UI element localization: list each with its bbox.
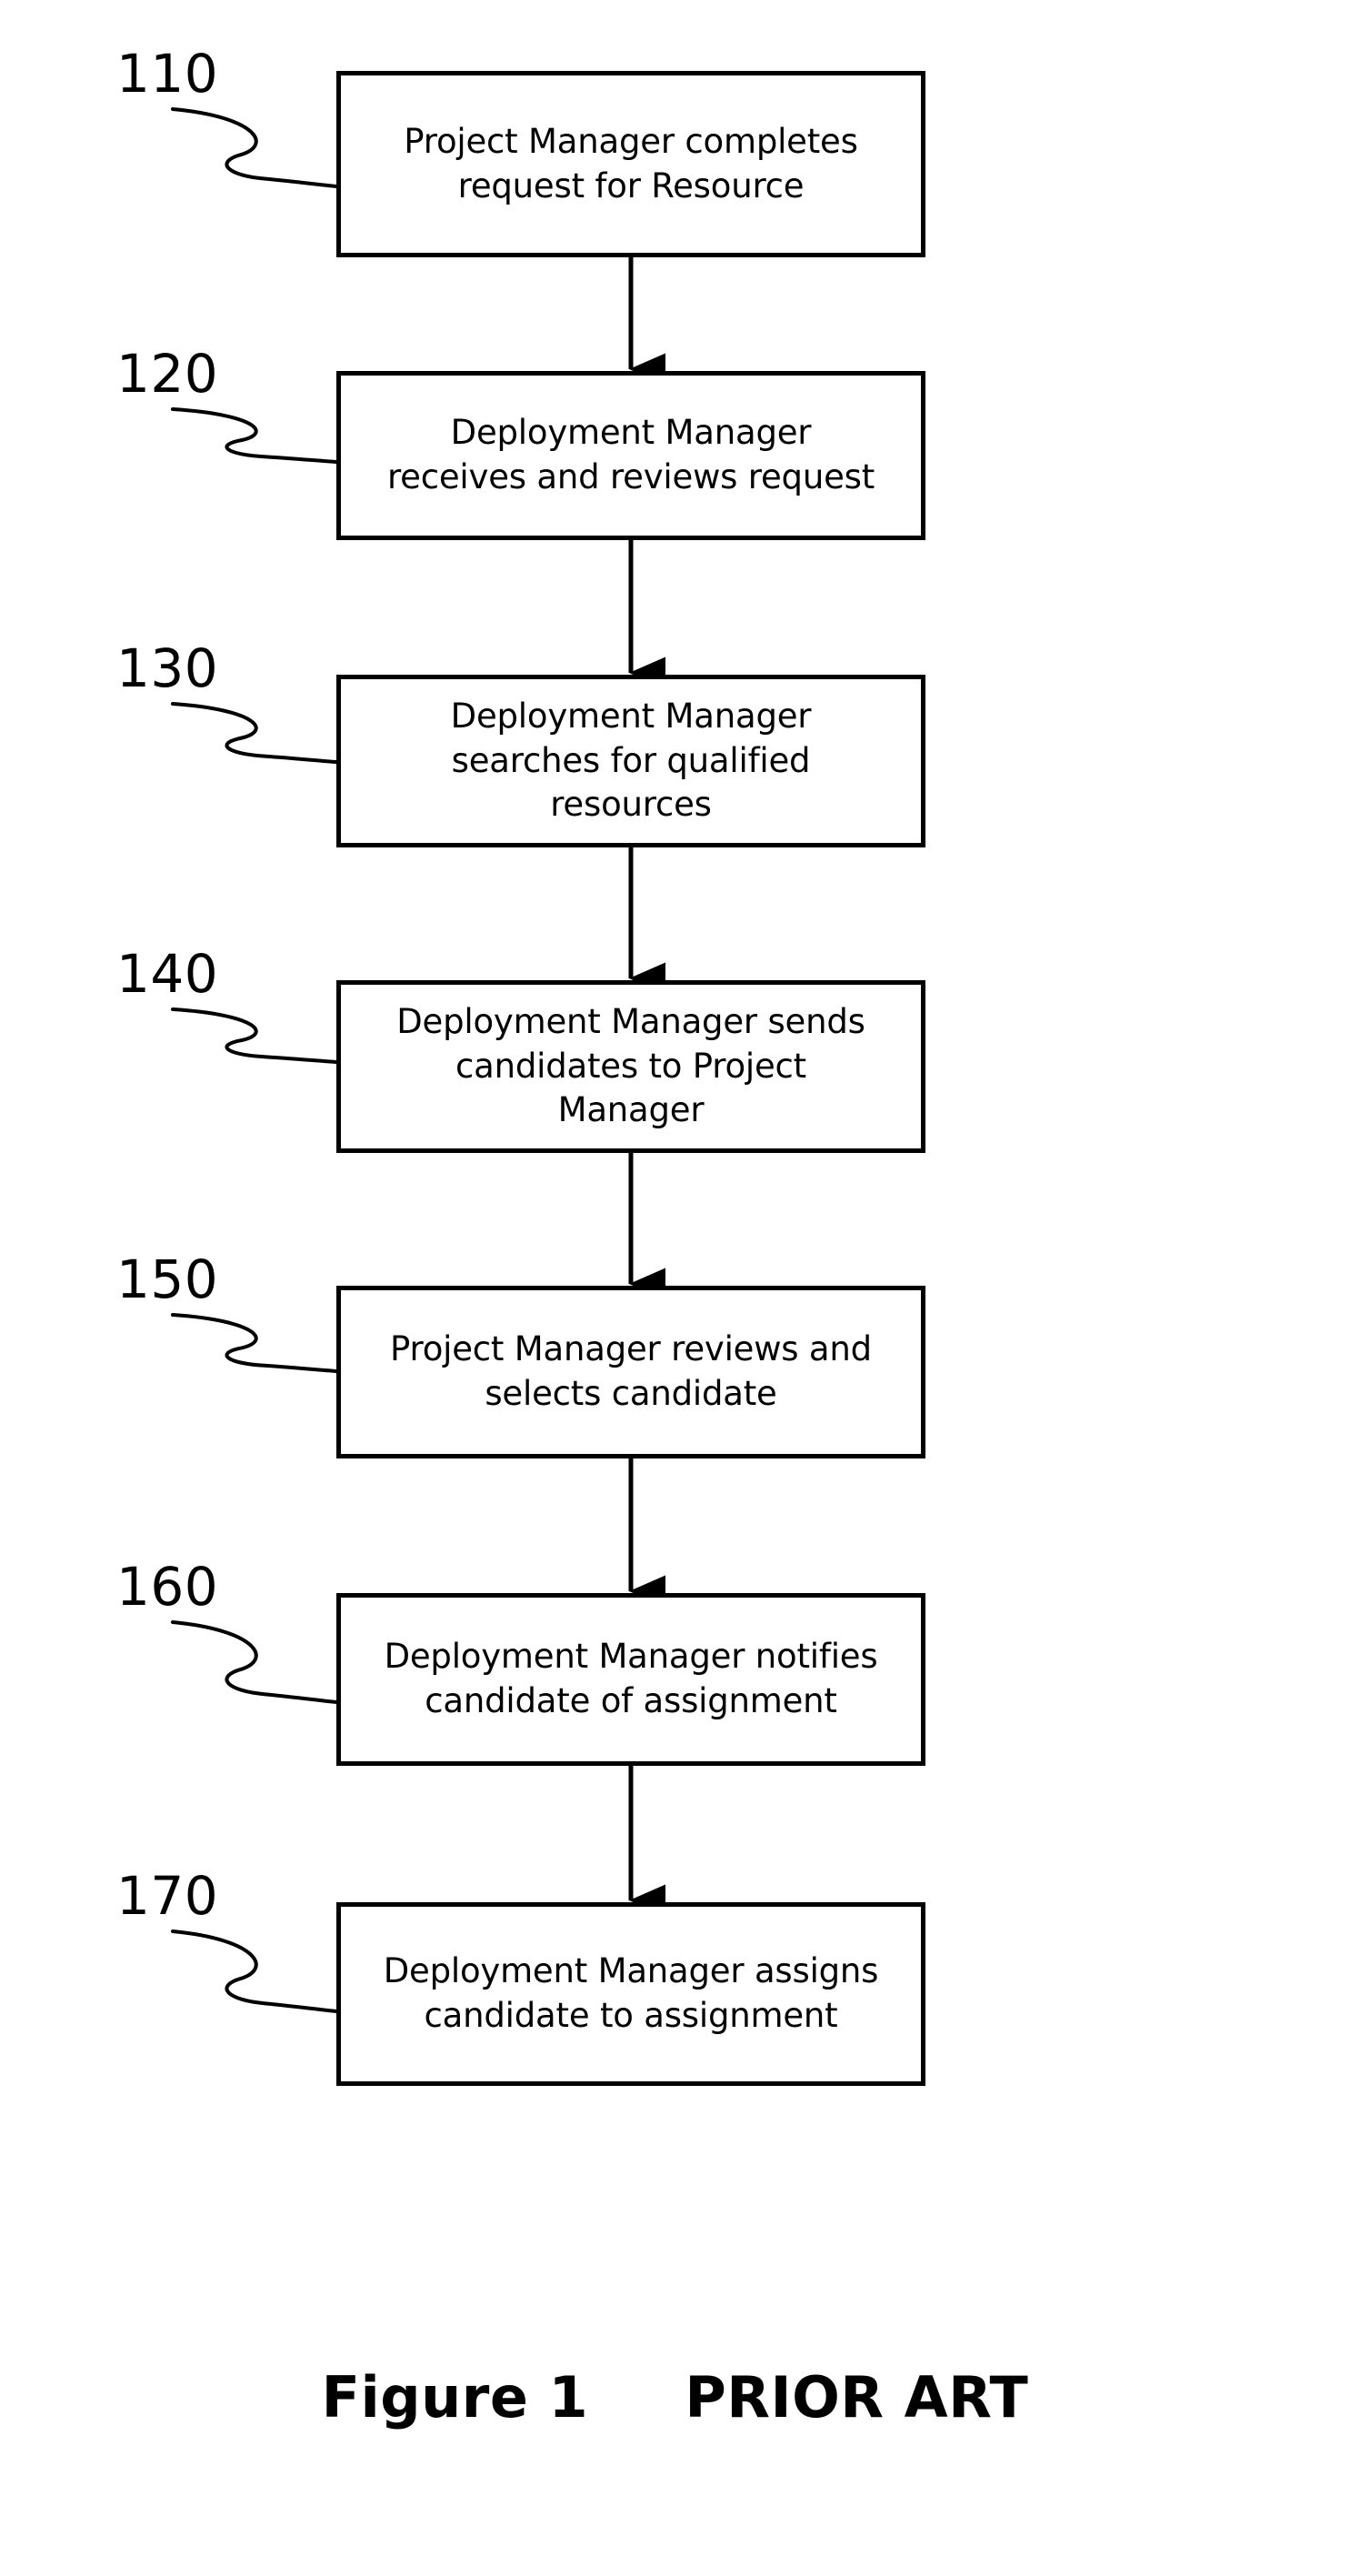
leader-line-110 <box>171 107 338 188</box>
reference-numeral-110: 110 <box>116 43 219 105</box>
prior-art-label: PRIOR ART <box>685 2364 1029 2431</box>
figure-caption: Figure 1 PRIOR ART <box>0 2364 1350 2431</box>
leader-line-160 <box>171 1620 338 1704</box>
reference-numeral-140: 140 <box>116 943 219 1005</box>
process-step-110[interactable]: Project Manager completes request for Re… <box>336 71 925 257</box>
process-step-label: Project Manager reviews and selects cand… <box>390 1329 872 1413</box>
process-step-label: Deployment Manager receives and reviews … <box>386 413 875 496</box>
figure-label: Figure 1 <box>321 2364 589 2431</box>
patent-figure: Project Manager completes request for Re… <box>0 0 1350 2576</box>
leader-line-140 <box>171 1007 338 1064</box>
leader-line-150 <box>171 1313 338 1373</box>
process-step-150[interactable]: Project Manager reviews and selects cand… <box>336 1286 925 1458</box>
process-step-label: Deployment Manager assigns candidate to … <box>383 1951 879 2035</box>
process-step-120[interactable]: Deployment Manager receives and reviews … <box>336 371 925 540</box>
reference-numeral-150: 150 <box>116 1248 219 1310</box>
leader-line-120 <box>171 407 338 464</box>
process-step-130[interactable]: Deployment Manager searches for qualifie… <box>336 675 925 847</box>
process-step-160[interactable]: Deployment Manager notifies candidate of… <box>336 1593 925 1766</box>
process-step-140[interactable]: Deployment Manager sends candidates to P… <box>336 980 925 1153</box>
reference-numeral-120: 120 <box>116 343 219 405</box>
process-step-label: Deployment Manager notifies candidate of… <box>384 1637 878 1720</box>
process-step-label: Deployment Manager searches for qualifie… <box>450 696 812 825</box>
process-step-label: Deployment Manager sends candidates to P… <box>396 1001 865 1130</box>
reference-numeral-130: 130 <box>116 637 219 699</box>
reference-numeral-170: 170 <box>116 1865 219 1927</box>
process-step-label: Project Manager completes request for Re… <box>404 121 858 205</box>
reference-numeral-160: 160 <box>116 1556 219 1618</box>
leader-line-130 <box>171 702 338 764</box>
leader-line-170 <box>171 1929 338 2013</box>
process-step-170[interactable]: Deployment Manager assigns candidate to … <box>336 1902 925 2086</box>
